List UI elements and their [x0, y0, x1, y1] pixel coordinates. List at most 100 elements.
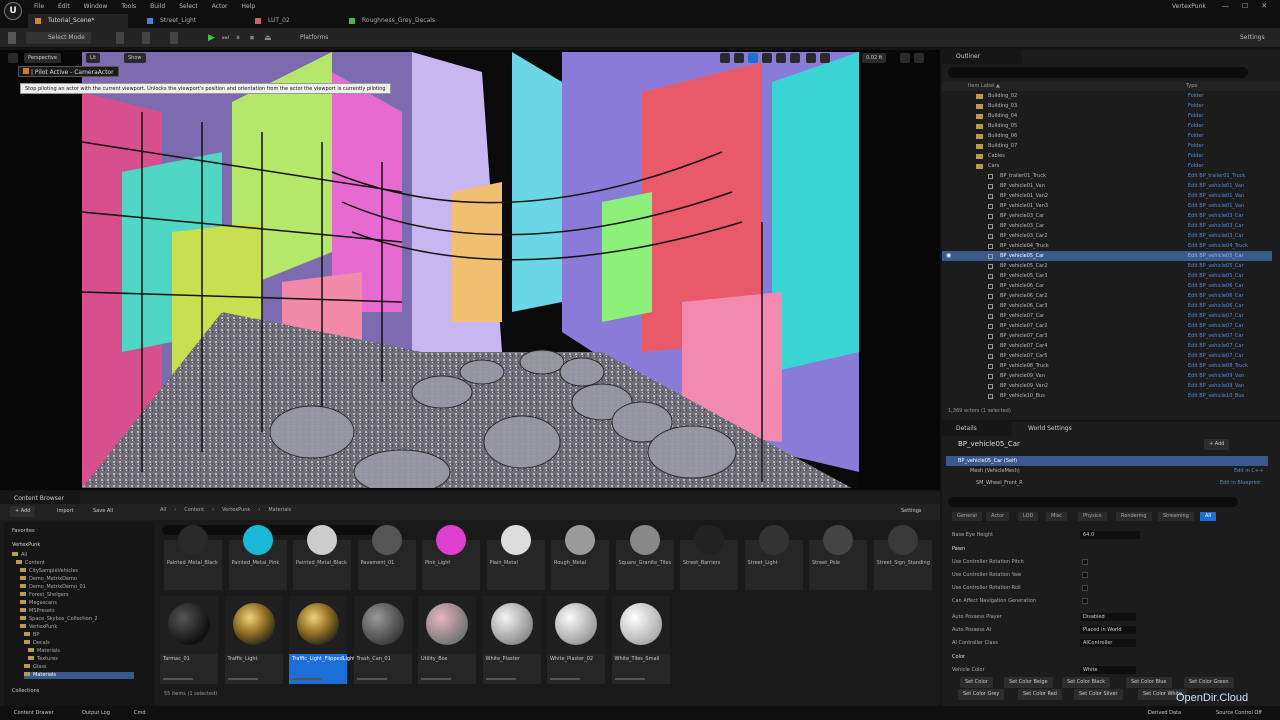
- folder-tree-item[interactable]: Decals: [24, 640, 50, 647]
- category-lod[interactable]: LOD: [1018, 512, 1039, 521]
- snap-icon[interactable]: [776, 53, 786, 63]
- outliner-row-type[interactable]: Edit BP_trailer01_Truck: [1188, 171, 1245, 181]
- close-icon[interactable]: ✕: [1261, 2, 1267, 10]
- outliner-row-type[interactable]: Edit BP_vehicle07_Car: [1188, 331, 1244, 341]
- platforms-button[interactable]: Platforms: [290, 32, 328, 44]
- outliner-row[interactable]: ◉ BP_vehicle05_Car Edit BP_vehicle05_Car: [942, 251, 1272, 261]
- asset-tile[interactable]: White_Plaster: [482, 596, 541, 684]
- viewport-menu-icon[interactable]: [8, 53, 18, 63]
- cinematics-icon[interactable]: [170, 32, 178, 44]
- eject-pilot-icon[interactable]: [23, 68, 29, 74]
- details-tab[interactable]: Details: [942, 422, 1012, 436]
- asset-tile[interactable]: Plain_Metal: [486, 525, 545, 590]
- asset-tile[interactable]: Street_Light: [744, 525, 803, 590]
- outliner-row-type[interactable]: Edit BP_vehicle01_Van: [1188, 191, 1244, 201]
- property-checkbox[interactable]: [1082, 572, 1088, 578]
- stop-icon[interactable]: ⏹: [250, 32, 254, 44]
- folder-tree-item[interactable]: Demo_MatrixDemo_01: [20, 584, 86, 591]
- outliner-row[interactable]: BP_vehicle01_Van Edit BP_vehicle01_Van: [942, 181, 1272, 191]
- menu-item-select[interactable]: Select: [179, 3, 198, 10]
- blueprint-icon[interactable]: [142, 32, 150, 44]
- category-physics[interactable]: Physics: [1078, 512, 1107, 521]
- maximize-icon[interactable]: ☐: [1242, 2, 1248, 10]
- outliner-row-type[interactable]: Edit BP_vehicle05_Car: [1188, 251, 1244, 261]
- folder-tree-item[interactable]: MSPresets: [20, 608, 55, 615]
- component-wheel-row[interactable]: SM_Wheel_Front_R: [976, 480, 1023, 486]
- vehicle-color-select[interactable]: White: [1080, 666, 1136, 674]
- asset-tile[interactable]: Street_Barriers: [680, 525, 738, 590]
- output-log-button[interactable]: Output Log: [82, 710, 110, 716]
- property-checkbox[interactable]: [1082, 585, 1088, 591]
- outliner-row[interactable]: BP_vehicle01_Van3 Edit BP_vehicle01_Van: [942, 201, 1272, 211]
- outliner-row-type[interactable]: Edit BP_vehicle01_Van: [1188, 201, 1244, 211]
- breadcrumb-content[interactable]: Content: [184, 507, 204, 513]
- details-search-input[interactable]: [948, 497, 1238, 507]
- ai-controller-class-select[interactable]: AIController: [1080, 639, 1136, 647]
- category-actor[interactable]: Actor: [986, 512, 1010, 521]
- outliner-row[interactable]: BP_vehicle07_Car2 Edit BP_vehicle07_Car: [942, 321, 1272, 331]
- category-streaming[interactable]: Streaming: [1158, 512, 1194, 521]
- outliner-row[interactable]: BP_vehicle07_Car5 Edit BP_vehicle07_Car: [942, 351, 1272, 361]
- document-tab-3[interactable]: Roughness_Grey_Decals: [342, 14, 452, 28]
- outliner-row[interactable]: BP_vehicle07_Car3 Edit BP_vehicle07_Car: [942, 331, 1272, 341]
- settings-button[interactable]: Settings: [1228, 32, 1265, 44]
- outliner-row[interactable]: BP_vehicle09_Van2 Edit BP_vehicle09_Van: [942, 381, 1272, 391]
- color-button-2[interactable]: Set Color Black: [1062, 677, 1110, 688]
- outliner-row-type[interactable]: Edit BP_vehicle06_Car: [1188, 291, 1244, 301]
- scale-icon[interactable]: [748, 53, 758, 63]
- asset-tile[interactable]: Painted_Metal_Black: [293, 525, 351, 590]
- play-icon[interactable]: ▶: [208, 32, 215, 44]
- asset-tile[interactable]: Tarmac_01: [160, 596, 218, 684]
- folder-tree-item[interactable]: Forest_Shelgers: [20, 592, 69, 599]
- asset-tile[interactable]: Trash_Can_01: [353, 596, 412, 684]
- folder-tree-item[interactable]: VertexPunk: [20, 624, 57, 631]
- outliner-row[interactable]: Building_03 Folder: [942, 101, 1272, 111]
- property-checkbox[interactable]: [1082, 598, 1088, 604]
- outliner-tab[interactable]: Outliner: [942, 50, 1022, 64]
- asset-tile[interactable]: Street_Pole: [809, 525, 867, 590]
- folder-tree-item[interactable]: Glass: [24, 664, 47, 671]
- folder-tree-item[interactable]: Megascans: [20, 600, 57, 607]
- menu-item-actor[interactable]: Actor: [212, 3, 228, 10]
- collections-section[interactable]: Collections: [12, 688, 39, 695]
- base-eye-height-input[interactable]: 64.0: [1080, 531, 1140, 539]
- component-mesh-row[interactable]: Mesh (VehicleMesh): [970, 468, 1020, 474]
- asset-tile[interactable]: Painted_Metal_Pink: [228, 525, 287, 590]
- rotate-icon[interactable]: [734, 53, 744, 63]
- color-button-3[interactable]: Set Color Blue: [1126, 677, 1172, 688]
- color-button-4[interactable]: Set Color Green: [1184, 677, 1234, 688]
- outliner-row[interactable]: Cables Folder: [942, 151, 1272, 161]
- breadcrumb-all[interactable]: All: [160, 507, 166, 513]
- cmd-button[interactable]: Cmd: [134, 710, 146, 716]
- outliner-row-type[interactable]: Edit BP_vehicle03_Car: [1188, 221, 1244, 231]
- asset-tile[interactable]: Street_Sign_Standing: [873, 525, 932, 590]
- outliner-row[interactable]: BP_vehicle09_Van Edit BP_vehicle09_Van: [942, 371, 1272, 381]
- minimize-icon[interactable]: —: [1222, 2, 1229, 10]
- outliner-row[interactable]: Building_04 Folder: [942, 111, 1272, 121]
- outliner-row[interactable]: BP_vehicle07_Car Edit BP_vehicle07_Car: [942, 311, 1272, 321]
- asset-tile[interactable]: White_Tiles_Small: [611, 596, 670, 684]
- scale-snap-icon[interactable]: [820, 53, 830, 63]
- edit-cpp-link[interactable]: Edit in C++: [1234, 468, 1263, 474]
- property-checkbox[interactable]: [1082, 559, 1088, 565]
- asset-tile[interactable]: Pavement_01: [357, 525, 416, 590]
- asset-tile[interactable]: White_Plaster_02: [547, 596, 605, 684]
- outliner-row-type[interactable]: Edit BP_vehicle03_Car: [1188, 231, 1244, 241]
- outliner-row-type[interactable]: Edit BP_vehicle03_Car: [1188, 211, 1244, 221]
- outliner-row-type[interactable]: Edit BP_vehicle06_Car: [1188, 301, 1244, 311]
- document-tab-2[interactable]: LUT_02: [248, 14, 328, 28]
- source-control-button[interactable]: Source Control Off: [1216, 710, 1262, 716]
- category-misc[interactable]: Misc: [1046, 512, 1068, 521]
- outliner-row-type[interactable]: Edit BP_vehicle07_Car: [1188, 351, 1244, 361]
- outliner-row[interactable]: BP_vehicle08_Truck Edit BP_vehicle08_Truc…: [942, 361, 1272, 371]
- folder-tree-item[interactable]: BP: [24, 632, 39, 639]
- color-button-0[interactable]: Set Color: [960, 677, 993, 688]
- outliner-row[interactable]: Building_05 Folder: [942, 121, 1272, 131]
- pilot-active-label[interactable]: | Pilot Active - CameraActor: [18, 66, 119, 77]
- asset-tile[interactable]: Painted_Metal_Black: [164, 525, 222, 590]
- content-settings-button[interactable]: Settings: [896, 506, 927, 517]
- add-actor-icon[interactable]: [116, 32, 124, 44]
- folder-tree-item[interactable]: Demo_MatrixDemo: [20, 576, 77, 583]
- breadcrumb-materials[interactable]: Materials: [268, 507, 291, 513]
- outliner-row-type[interactable]: Edit BP_vehicle10_Bus: [1188, 391, 1244, 401]
